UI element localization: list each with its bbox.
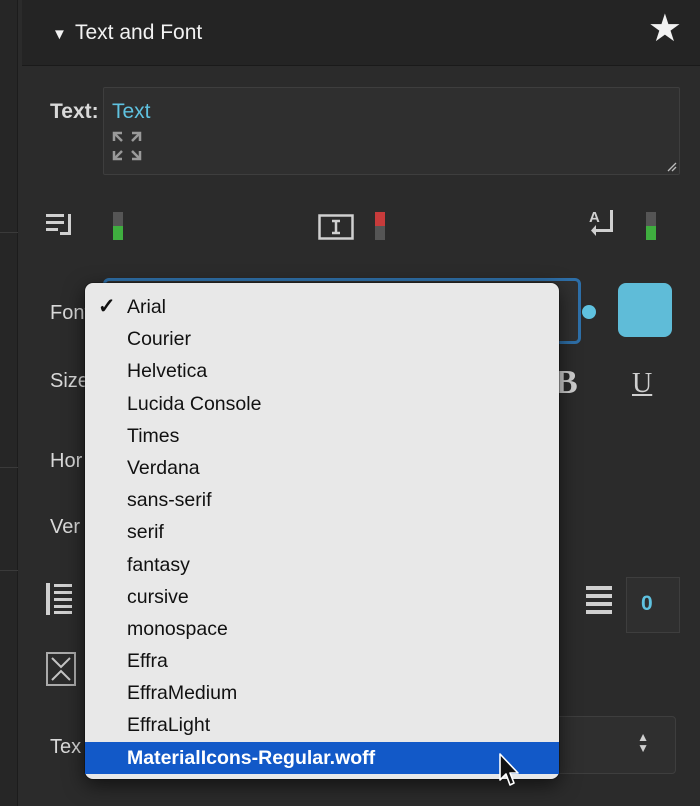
text-content-value: Text [112,100,151,123]
font-option-label: Lucida Console [127,392,262,415]
font-option-label: EffraLight [127,714,211,737]
font-option-label: MaterialIcons-Regular.woff [127,746,376,769]
font-option-label: monospace [127,617,228,640]
font-option-label: Times [127,424,180,447]
font-option[interactable]: Lucida Console [85,388,559,420]
left-panel-edge [0,0,18,806]
font-option-label: fantasy [127,553,190,576]
text-style-label: Tex [50,736,82,758]
expand-editor-icon[interactable] [111,130,143,162]
edge-divider [0,232,18,233]
size-label: Size [50,370,89,392]
text-label: Text: [50,100,99,123]
font-option-label: cursive [127,585,189,608]
favorite-star-icon[interactable]: ★ [648,10,682,48]
color-link-dot [582,305,596,319]
textbox-status-indicator [375,212,385,240]
section-title: Text and Font [75,21,203,44]
font-option[interactable]: Courier [85,323,559,355]
select-arrows-icon: ▲ ▼ [637,730,649,755]
resize-grip-icon[interactable] [665,160,677,172]
auto-size-icon[interactable]: A [588,208,618,240]
line-height-input[interactable]: 0 [626,577,680,633]
text-content-field[interactable]: Text [103,87,680,175]
font-option-label: serif [127,521,164,544]
text-box-icon[interactable] [318,214,354,240]
font-option[interactable]: Times [85,420,559,452]
font-dropdown-menu[interactable]: ✓ Arial Courier Helvetica Lucida Console Time… [85,283,559,779]
font-option-label: EffraMedium [127,682,238,705]
line-height-value: 0 [641,592,653,615]
font-option[interactable]: EffraMedium [85,677,559,709]
font-option[interactable]: EffraLight [85,709,559,741]
font-option[interactable]: Effra [85,645,559,677]
font-option[interactable]: monospace [85,613,559,645]
mouse-pointer-icon [499,753,519,786]
font-color-swatch[interactable] [618,283,672,337]
font-option[interactable]: Helvetica [85,355,559,387]
font-option-label: Verdana [127,456,200,479]
font-option[interactable]: MaterialIcons-Regular.woff [85,741,559,774]
collapse-triangle-icon[interactable]: ▼ [52,26,67,43]
font-option-label: sans-serif [127,489,212,512]
font-option[interactable]: serif [85,516,559,548]
wrap-text-icon[interactable] [46,212,76,240]
horizontal-align-label: Hor [50,450,83,472]
wrap-status-indicator [113,212,123,240]
vertical-align-label: Ver [50,516,81,538]
underline-button[interactable]: U [632,368,652,400]
autosize-status-indicator [646,212,656,240]
font-option-label: Effra [127,650,168,673]
font-option[interactable]: ✓ Arial [85,291,559,323]
edge-divider [0,570,18,571]
paragraph-spacing-icon[interactable] [46,582,76,616]
svg-text:A: A [589,209,600,226]
checkmark-icon: ✓ [98,295,116,318]
line-height-icon[interactable] [586,584,612,616]
font-option[interactable]: sans-serif [85,484,559,516]
edge-divider [0,467,18,468]
font-option[interactable]: Verdana [85,452,559,484]
font-option[interactable]: fantasy [85,549,559,581]
font-option-label: Courier [127,328,191,351]
section-header[interactable]: ▼ Text and Font ★ [22,0,700,66]
font-option-label: Arial [127,296,167,318]
font-option[interactable]: cursive [85,581,559,613]
font-option-label: Helvetica [127,360,208,383]
collapse-vertical-icon[interactable] [46,652,76,686]
